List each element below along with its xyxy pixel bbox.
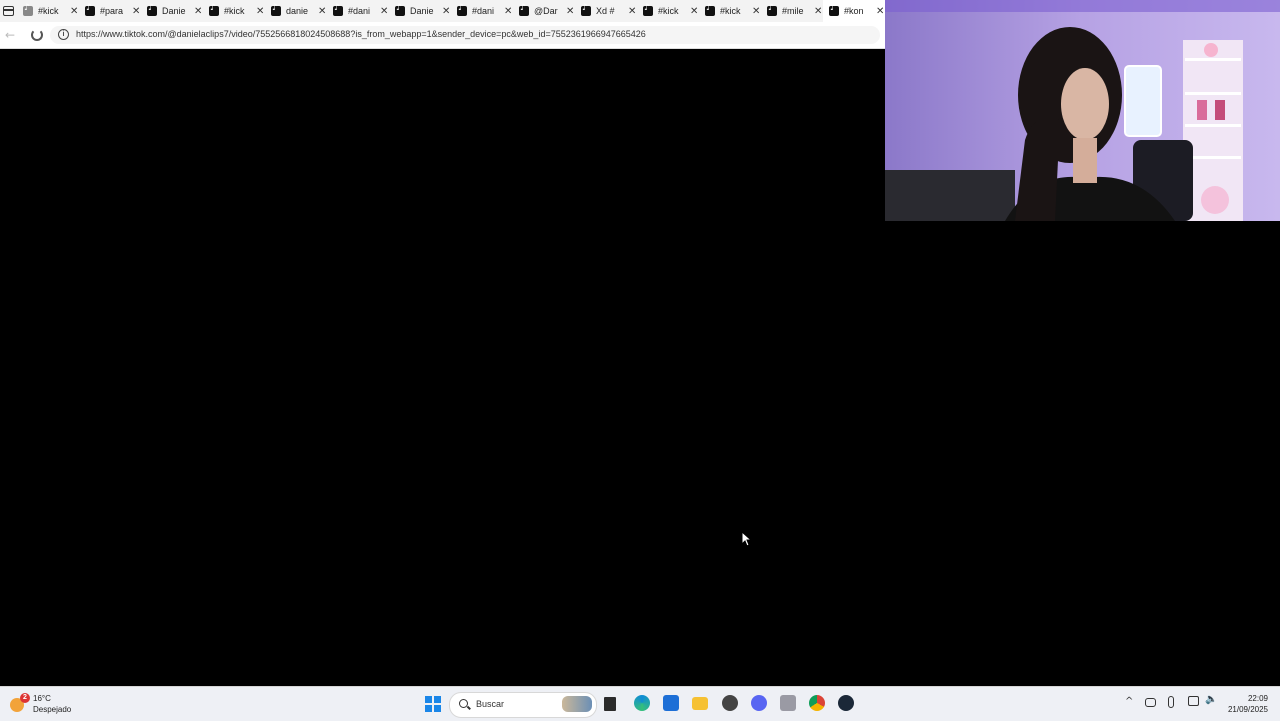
show-hidden-icons-button[interactable]: ^ <box>1125 696 1133 707</box>
browser-tab[interactable]: Xd # ✕ <box>575 0 637 22</box>
browser-tab[interactable]: #dani ✕ <box>327 0 389 22</box>
tiktok-icon <box>829 3 839 16</box>
loading-spinner-icon[interactable] <box>31 29 43 41</box>
mouse-cursor-icon <box>741 531 751 547</box>
tab-close-icon[interactable]: ✕ <box>876 6 884 17</box>
browser-tab[interactable]: #kon ✕ <box>823 0 885 22</box>
taskbar-search[interactable]: Buscar <box>449 692 597 718</box>
tab-title: #kon <box>844 6 864 16</box>
app-grey-icon[interactable] <box>780 695 796 711</box>
tab-title: #kick <box>38 6 59 16</box>
tab-title: danie <box>286 6 309 16</box>
clock-time: 22:09 <box>1247 694 1268 703</box>
tab-close-icon[interactable]: ✕ <box>194 6 202 17</box>
tiktok-icon <box>705 3 715 16</box>
weather-temperature: 16°C <box>33 694 51 703</box>
search-label: Buscar <box>476 699 505 709</box>
task-view-icon[interactable] <box>604 697 616 711</box>
file-explorer-icon[interactable] <box>692 697 708 710</box>
tab-title: #mile <box>782 6 804 16</box>
browser-tab[interactable]: Danie ✕ <box>141 0 203 22</box>
tab-close-icon[interactable]: ✕ <box>132 6 140 17</box>
windows-logo-icon <box>425 696 432 704</box>
tab-title: Danie <box>410 6 434 16</box>
taskbar: 2 16°C Despejado Buscar ^ 🔈 22:09 21/09/… <box>0 686 1280 721</box>
tab-close-icon[interactable]: ✕ <box>628 6 636 17</box>
tiktok-icon <box>767 3 777 16</box>
tiktok-icon <box>395 3 405 16</box>
tab-close-icon[interactable]: ✕ <box>690 6 698 17</box>
browser-tab-strip: #kick✕#para✕Danie✕#kick✕danie✕#dani✕Dani… <box>0 0 885 22</box>
browser-tab[interactable]: #mile ✕ <box>761 0 823 22</box>
webcam-overlay <box>885 0 1280 221</box>
tab-title: #dani <box>472 6 495 16</box>
tab-close-icon[interactable]: ✕ <box>814 6 822 17</box>
tiktok-icon <box>85 3 95 16</box>
tab-close-icon[interactable]: ✕ <box>318 6 326 17</box>
tab-close-icon[interactable]: ✕ <box>70 6 78 17</box>
tab-title: #kick <box>658 6 679 16</box>
tab-title: #kick <box>720 6 741 16</box>
site-info-icon[interactable]: i <box>58 29 69 40</box>
tab-close-icon[interactable]: ✕ <box>380 6 388 17</box>
tab-title: #dani <box>348 6 371 16</box>
browser-tab[interactable]: #kick ✕ <box>203 0 265 22</box>
tab-close-icon[interactable]: ✕ <box>566 6 574 17</box>
tab-title: #kick <box>224 6 245 16</box>
volume-icon[interactable]: 🔈 <box>1205 694 1217 705</box>
browser-tab[interactable]: #dani ✕ <box>451 0 513 22</box>
tiktok-icon <box>209 3 219 16</box>
navigation-bar: ← i https://www.tiktok.com/@danielaclips… <box>0 22 885 49</box>
store-icon[interactable] <box>663 695 679 711</box>
windows-logo-pane <box>433 696 441 704</box>
search-icon <box>459 699 468 708</box>
discord-icon[interactable] <box>751 695 767 711</box>
browser-tab[interactable]: @Dar ✕ <box>513 0 575 22</box>
browser-tab[interactable]: Danie ✕ <box>389 0 451 22</box>
browser-tab[interactable]: #kick ✕ <box>637 0 699 22</box>
tab-actions-icon <box>3 6 14 16</box>
start-button[interactable] <box>425 696 441 712</box>
windows-logo-pane <box>433 704 441 712</box>
tab-title: Xd # <box>596 6 615 16</box>
display-icon[interactable] <box>1188 696 1199 706</box>
tab-close-icon[interactable]: ✕ <box>752 6 760 17</box>
tiktok-icon <box>271 3 281 16</box>
tiktok-icon <box>333 3 343 16</box>
tiktok-icon <box>147 3 157 16</box>
steam-icon[interactable] <box>838 695 854 711</box>
app-icon[interactable] <box>722 695 738 711</box>
notification-badge: 2 <box>20 693 30 703</box>
microphone-icon[interactable] <box>1168 696 1174 708</box>
tab-title: @Dar <box>534 6 558 16</box>
windows-logo-pane <box>425 704 432 712</box>
edge-icon[interactable] <box>634 695 650 711</box>
tiktok-icon <box>581 3 591 16</box>
tab-title: #para <box>100 6 124 16</box>
tab-list: #kick✕#para✕Danie✕#kick✕danie✕#dani✕Dani… <box>17 0 885 22</box>
weather-condition: Despejado <box>33 705 72 714</box>
grey-page-icon <box>23 3 33 16</box>
tab-close-icon[interactable]: ✕ <box>442 6 450 17</box>
browser-tab[interactable]: #kick ✕ <box>17 0 79 22</box>
browser-tab[interactable]: #para ✕ <box>79 0 141 22</box>
tab-close-icon[interactable]: ✕ <box>256 6 264 17</box>
address-bar[interactable]: i https://www.tiktok.com/@danielaclips7/… <box>50 26 880 44</box>
browser-tab[interactable]: #kick ✕ <box>699 0 761 22</box>
tiktok-icon <box>457 3 467 16</box>
tab-actions-button[interactable] <box>0 0 17 22</box>
search-highlight-image <box>562 696 592 712</box>
webcam-scene-image <box>885 0 1280 221</box>
tab-close-icon[interactable]: ✕ <box>504 6 512 17</box>
clock-date: 21/09/2025 <box>1227 705 1268 714</box>
back-button[interactable]: ← <box>5 28 15 42</box>
tiktok-icon <box>519 3 529 16</box>
clock[interactable]: 22:09 21/09/2025 <box>1224 693 1268 715</box>
tab-title: Danie <box>162 6 186 16</box>
url-text[interactable]: https://www.tiktok.com/@danielaclips7/vi… <box>76 29 646 39</box>
network-icon[interactable] <box>1145 698 1156 707</box>
tiktok-icon <box>643 3 653 16</box>
browser-tab[interactable]: danie ✕ <box>265 0 327 22</box>
chrome-icon[interactable] <box>809 695 825 711</box>
